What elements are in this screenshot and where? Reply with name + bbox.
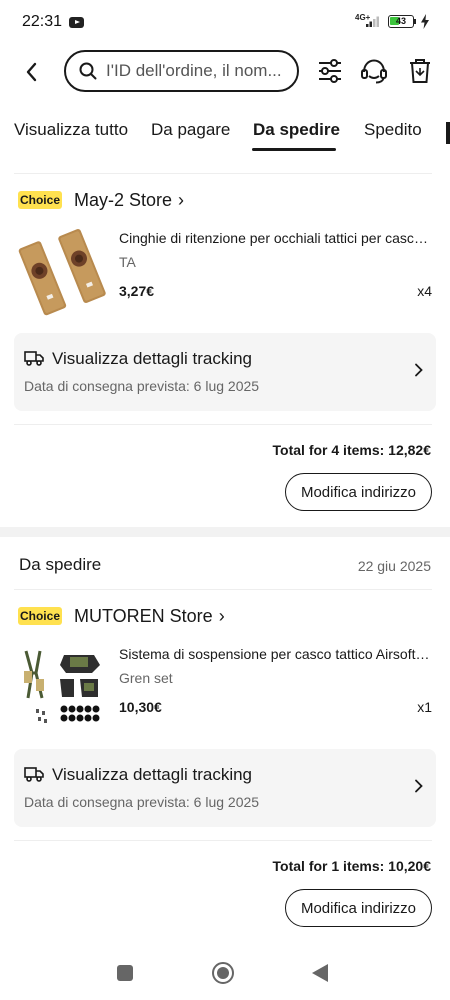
store-link[interactable]: May-2 Store › xyxy=(74,190,184,211)
home-icon[interactable] xyxy=(212,962,234,984)
truck-icon xyxy=(24,767,44,782)
tab-to-ship[interactable]: Da spedire xyxy=(253,120,340,140)
edit-address-button[interactable]: Modifica indirizzo xyxy=(285,473,432,511)
divider xyxy=(14,424,432,425)
store-link[interactable]: MUTOREN Store › xyxy=(74,606,225,627)
customer-service-icon[interactable] xyxy=(359,56,389,86)
battery-level: 43 xyxy=(395,16,406,26)
divider xyxy=(14,173,432,174)
order-search-bar[interactable] xyxy=(64,50,299,92)
status-bar: 22:31 4G+ 43 xyxy=(0,0,450,44)
order-total: Total for 4 items: 12,82€ xyxy=(272,442,431,458)
product-title[interactable]: Cinghie di ritenzione per occhiali tatti… xyxy=(119,230,431,246)
product-variant: TA xyxy=(119,254,136,270)
tab-to-pay[interactable]: Da pagare xyxy=(151,120,230,140)
store-name: MUTOREN Store xyxy=(74,606,213,626)
edit-address-button[interactable]: Modifica indirizzo xyxy=(285,889,432,927)
tracking-card[interactable]: Visualizza dettagli tracking Data di con… xyxy=(14,333,436,411)
order-status: Da spedire xyxy=(19,555,102,574)
back-triangle-icon[interactable] xyxy=(312,964,328,982)
system-navigation-bar xyxy=(0,946,450,1000)
tracking-card[interactable]: Visualizza dettagli tracking Data di con… xyxy=(14,749,436,827)
tab-overflow-indicator xyxy=(446,122,450,144)
store-name: May-2 Store xyxy=(74,190,173,210)
active-tab-indicator xyxy=(252,148,336,151)
order-tabs: Visualizza tutto Da pagare Da spedire Sp… xyxy=(0,112,450,156)
product-variant: Gren set xyxy=(119,670,173,686)
product-price: 10,30€ xyxy=(119,699,162,715)
youtube-notification-icon xyxy=(69,17,84,28)
truck-icon xyxy=(24,351,44,366)
chevron-right-icon: › xyxy=(178,190,185,210)
section-separator xyxy=(0,527,450,537)
charging-bolt-icon xyxy=(421,14,429,29)
chevron-right-icon xyxy=(415,363,423,377)
search-icon xyxy=(79,62,97,80)
product-quantity: x4 xyxy=(417,283,432,299)
divider xyxy=(14,589,432,590)
tracking-title: Visualizza dettagli tracking xyxy=(52,349,253,368)
choice-badge: Choice xyxy=(18,607,62,625)
signal-strength-icon xyxy=(366,16,379,27)
tab-shipped[interactable]: Spedito xyxy=(364,120,422,140)
filter-icon[interactable] xyxy=(315,56,345,86)
chevron-right-icon xyxy=(415,779,423,793)
search-input[interactable] xyxy=(106,52,294,90)
trash-icon[interactable] xyxy=(405,56,435,86)
tracking-title: Visualizza dettagli tracking xyxy=(52,765,253,784)
product-title[interactable]: Sistema di sospensione per casco tattico… xyxy=(119,646,431,662)
product-image[interactable] xyxy=(18,226,108,316)
status-time: 22:31 xyxy=(22,13,63,30)
recent-apps-icon[interactable] xyxy=(117,965,133,981)
tab-view-all[interactable]: Visualizza tutto xyxy=(14,120,128,140)
order-total: Total for 1 items: 10,20€ xyxy=(272,858,431,874)
battery-icon: 43 xyxy=(388,15,414,28)
estimated-delivery: Data di consegna prevista: 6 lug 2025 xyxy=(24,794,260,810)
back-arrow-icon[interactable] xyxy=(20,58,44,86)
divider xyxy=(14,840,432,841)
chevron-right-icon: › xyxy=(218,606,225,626)
estimated-delivery: Data di consegna prevista: 6 lug 2025 xyxy=(24,378,260,394)
product-price: 3,27€ xyxy=(119,283,155,299)
choice-badge: Choice xyxy=(18,191,62,209)
product-quantity: x1 xyxy=(417,699,432,715)
product-image[interactable] xyxy=(18,643,108,733)
order-date: 22 giu 2025 xyxy=(357,558,431,574)
